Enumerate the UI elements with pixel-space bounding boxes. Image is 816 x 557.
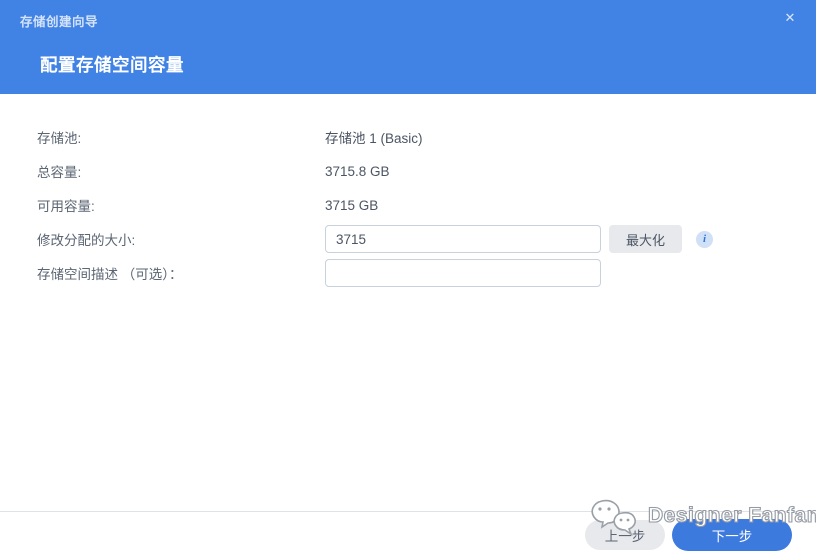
row-volume-description: 存储空间描述 （可选）： [37,256,816,290]
dialog-header: 存储创建向导 ✕ 配置存储空间容量 [0,0,816,94]
maximize-button[interactable]: 最大化 [609,225,683,253]
form-body: 存储池: 存储池 1 (Basic) 总容量: 3715.8 GB 可用容量: … [0,94,816,290]
row-allocated-size: 修改分配的大小: 最大化 i [37,222,816,256]
step-title: 配置存储空间容量 [40,55,184,75]
info-icon[interactable]: i [696,230,714,248]
total-capacity-value: 3715.8 GB [325,163,390,179]
row-available-capacity: 可用容量: 3715 GB [37,188,816,222]
close-icon[interactable]: ✕ [780,8,800,28]
total-capacity-label: 总容量: [37,165,82,180]
available-capacity-value: 3715 GB [325,197,379,213]
storage-pool-label: 存储池: [37,131,82,146]
volume-description-input[interactable] [325,259,601,287]
dialog-footer: 上一步 下一步 [0,511,816,557]
volume-description-label: 存储空间描述 （可选）： [37,267,183,282]
row-storage-pool: 存储池: 存储池 1 (Basic) [37,120,816,154]
window-title: 存储创建向导 [20,15,99,29]
available-capacity-label: 可用容量: [37,199,95,214]
allocated-size-input[interactable] [325,225,601,253]
allocated-size-label: 修改分配的大小: [37,233,136,248]
storage-wizard-dialog: 存储创建向导 ✕ 配置存储空间容量 存储池: 存储池 1 (Basic) 总容量… [0,0,816,557]
storage-pool-value: 存储池 1 (Basic) [325,131,423,146]
previous-step-button[interactable]: 上一步 [585,519,665,550]
next-step-button[interactable]: 下一步 [672,518,792,551]
row-total-capacity: 总容量: 3715.8 GB [37,154,816,188]
